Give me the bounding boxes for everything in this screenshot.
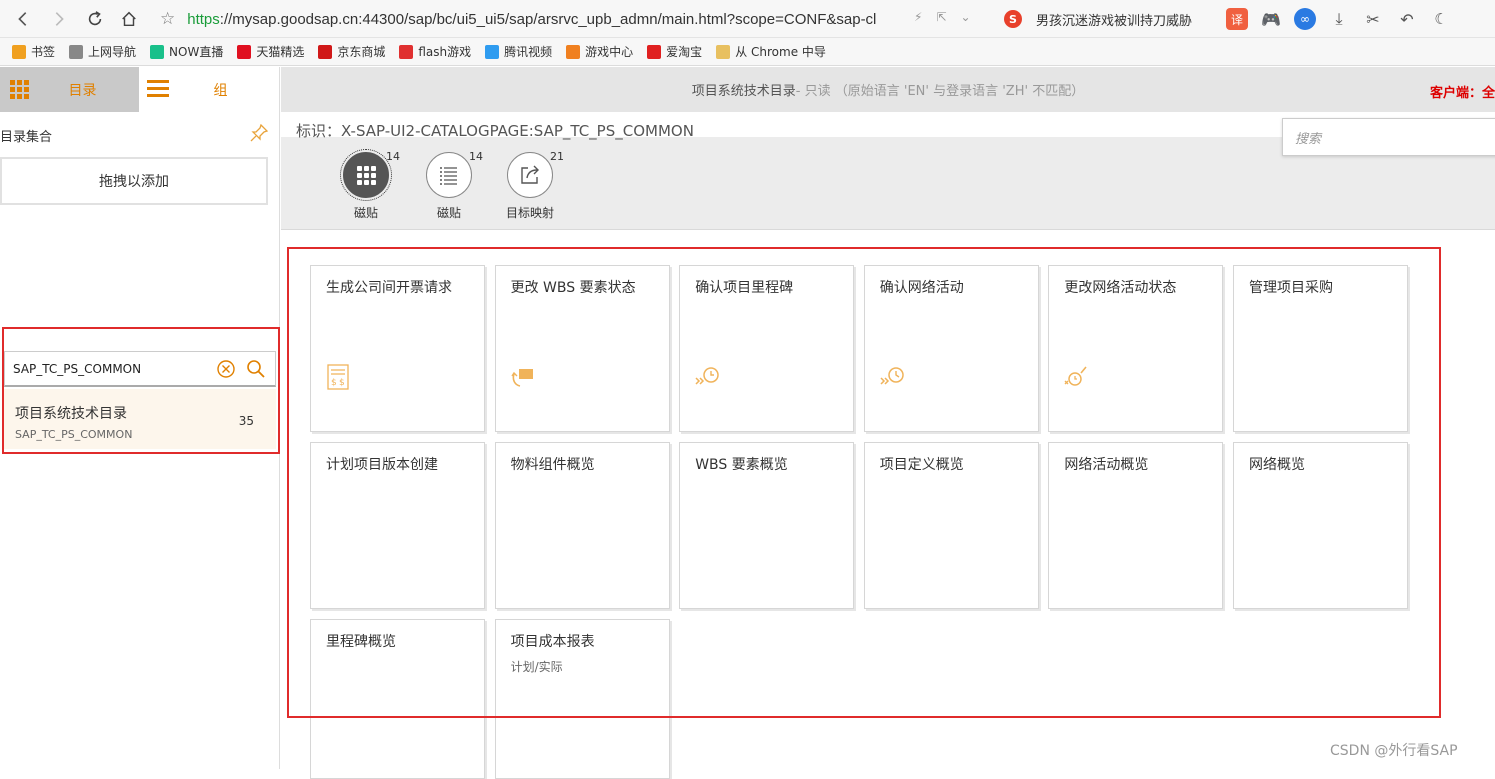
icon-tab-1[interactable]: 14 磁贴 xyxy=(326,149,406,222)
page-title: 项目系统技术目录 xyxy=(691,84,796,99)
forward-arrow-icon xyxy=(55,12,64,26)
main-content: 项目系统技术目录 - 只读 （原始语言 'EN' 与登录语言 'ZH' 不匹配）… xyxy=(281,67,1495,779)
back-arrow-icon xyxy=(18,12,27,26)
tab-group[interactable]: 组 xyxy=(139,67,280,112)
browser-search-box[interactable]: S 男孩沉迷游戏被训持刀威胁 xyxy=(1004,8,1214,30)
undo-icon[interactable]: ↶ xyxy=(1396,8,1418,30)
site-icon xyxy=(69,44,84,59)
readonly-note: - 只读 （原始语言 'EN' 与登录语言 'ZH' 不匹配） xyxy=(795,84,1085,99)
bookmark-label: 腾讯视频 xyxy=(504,45,553,59)
address-bar[interactable]: ☆ https://mysap.goodsap.cn:44300/sap/bc/… xyxy=(160,6,990,32)
bookmark-item[interactable]: 游戏中心 xyxy=(566,43,633,60)
tile-search-input[interactable]: 搜索 xyxy=(1282,118,1495,156)
bookmark-label: 京东商城 xyxy=(337,45,386,59)
site-icon xyxy=(150,44,165,59)
home-icon xyxy=(122,11,136,27)
icon-tab-count: 14 xyxy=(469,150,483,163)
bookmark-label: 上网导航 xyxy=(88,45,137,59)
star-icon xyxy=(12,44,26,59)
highlight-box-left xyxy=(2,327,280,454)
reload-button[interactable] xyxy=(80,4,110,34)
bookmark-label: 从 Chrome 中导 xyxy=(735,45,826,59)
bookmark-item[interactable]: 上网导航 xyxy=(69,43,136,60)
main-header: 项目系统技术目录 - 只读 （原始语言 'EN' 与登录语言 'ZH' 不匹配）… xyxy=(281,67,1495,112)
back-button[interactable] xyxy=(8,4,38,34)
bookmark-item[interactable]: 腾讯视频 xyxy=(485,43,552,60)
share-icon xyxy=(507,152,553,198)
url-scheme: https xyxy=(187,10,220,28)
bookmark-label: 天猫精选 xyxy=(256,45,305,59)
bookmark-item[interactable]: flash游戏 xyxy=(399,43,471,60)
home-button[interactable] xyxy=(114,4,144,34)
bookmark-item[interactable]: 从 Chrome 中导 xyxy=(716,43,826,60)
site-icon xyxy=(318,44,333,59)
extension-icons: 译 🎮 ∞ ⤓ ✂ ↶ ☾ xyxy=(1226,8,1452,30)
reload-icon xyxy=(88,11,102,26)
icon-tab-2[interactable]: 14 磁贴 xyxy=(409,150,489,222)
bookmark-label: NOW直播 xyxy=(169,45,224,59)
tab-catalog[interactable]: 目录 xyxy=(0,67,139,112)
tab-group-label: 组 xyxy=(213,82,228,99)
download-icon[interactable]: ⤓ xyxy=(1328,8,1350,30)
sogou-icon[interactable]: S xyxy=(1004,10,1022,28)
bookmarks-bar: 书签 上网导航 NOW直播 天猫精选 京东商城 flash游戏 腾讯视频 游戏中心 爱淘宝 从 C… xyxy=(0,38,1495,66)
tab-catalog-label: 目录 xyxy=(68,82,97,99)
bookmark-item[interactable]: 书签 xyxy=(12,43,55,60)
icon-tab-count: 21 xyxy=(550,150,564,163)
icon-tab-count: 14 xyxy=(386,150,400,163)
grid-icon xyxy=(10,80,29,99)
lightning-icon[interactable]: ⚡ xyxy=(914,10,922,24)
site-icon xyxy=(485,44,500,59)
client-label: 客户端：全 xyxy=(1429,86,1495,101)
sap-app: 目录 组 目录集合 拖拽以添加 SAP_TC_PS_COMMON 项目系统技术目… xyxy=(0,67,1495,779)
icon-tab-label: 磁贴 xyxy=(353,206,378,220)
list-icon xyxy=(426,152,472,198)
site-icon xyxy=(399,44,414,59)
game-icon[interactable]: 🎮 xyxy=(1260,8,1282,30)
url-tools: ⚡ ⇱ ⌄ xyxy=(914,10,971,24)
scissors-icon[interactable]: ✂ xyxy=(1362,8,1384,30)
bookmark-star-icon[interactable]: ☆ xyxy=(160,9,175,29)
bookmark-label: 书签 xyxy=(31,45,56,59)
bookmark-label: flash游戏 xyxy=(418,45,472,59)
bookmark-label: 爱淘宝 xyxy=(666,45,703,59)
url-text: ://mysap.goodsap.cn:44300/sap/bc/ui5_ui5… xyxy=(219,10,877,28)
drag-to-add-zone[interactable]: 拖拽以添加 xyxy=(0,157,268,205)
browser-toolbar: ☆ https://mysap.goodsap.cn:44300/sap/bc/… xyxy=(0,0,1495,38)
browser-search-text: 男孩沉迷游戏被训持刀威胁 xyxy=(1036,13,1193,29)
site-icon xyxy=(647,44,662,59)
icon-tab-3[interactable]: 21 目标映射 xyxy=(490,150,570,222)
bookmark-item[interactable]: 天猫精选 xyxy=(237,43,304,60)
pin-icon[interactable] xyxy=(250,124,268,142)
bookmark-item[interactable]: NOW直播 xyxy=(150,43,223,60)
highlight-box-tiles xyxy=(287,247,1441,718)
icon-tab-label: 目标映射 xyxy=(505,206,554,220)
bookmark-item[interactable]: 爱淘宝 xyxy=(647,43,702,60)
bookmark-label: 游戏中心 xyxy=(585,45,634,59)
left-tabs: 目录 组 xyxy=(0,67,280,112)
site-icon xyxy=(237,44,252,59)
left-panel: 目录 组 目录集合 拖拽以添加 SAP_TC_PS_COMMON 项目系统技术目… xyxy=(0,67,280,769)
icon-tab-label: 磁贴 xyxy=(436,206,461,220)
bookmark-item[interactable]: 京东商城 xyxy=(318,43,385,60)
menu-icon xyxy=(147,80,169,97)
forward-button[interactable] xyxy=(44,4,74,34)
night-mode-icon[interactable]: ☾ xyxy=(1430,8,1452,30)
translate-icon[interactable]: 译 xyxy=(1226,8,1248,30)
watermark: CSDN @外行看SAP xyxy=(1330,743,1458,759)
catalog-identity: 标识：X-SAP-UI2-CATALOGPAGE:SAP_TC_PS_COMMO… xyxy=(296,122,694,140)
site-icon xyxy=(566,44,581,59)
folder-icon xyxy=(716,44,731,59)
dropdown-icon[interactable]: ⌄ xyxy=(961,10,971,24)
share-page-icon[interactable]: ⇱ xyxy=(936,10,946,24)
grid-icon xyxy=(340,149,392,201)
infinity-icon[interactable]: ∞ xyxy=(1294,8,1316,30)
catalog-set-label: 目录集合 xyxy=(0,130,53,145)
